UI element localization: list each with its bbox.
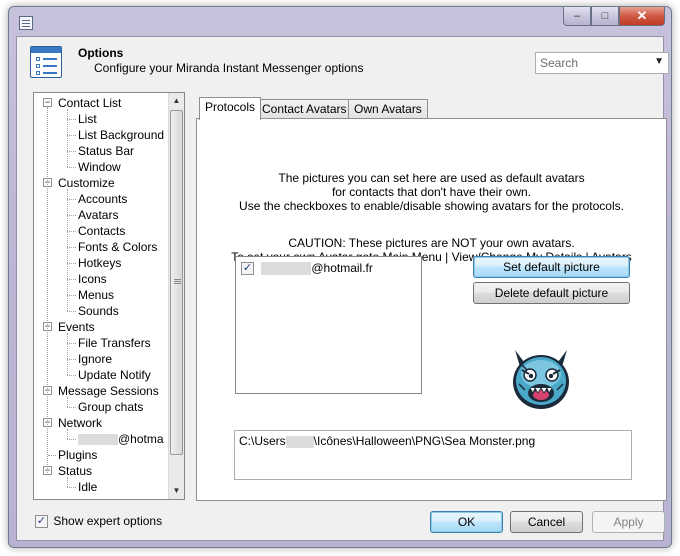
info-line-2: for contacts that don't have their own. <box>331 185 532 199</box>
tab-contact-avatars[interactable]: Contact Avatars <box>256 99 353 119</box>
protocols-panel: The pictures you can set here are used a… <box>196 118 667 501</box>
caution-line-1: CAUTION: These pictures are NOT your own… <box>288 236 575 250</box>
tree-item-label: Sounds <box>78 304 119 318</box>
chevron-down-icon[interactable]: ▼ <box>654 56 664 67</box>
tree-item-label: Ignore <box>78 352 113 366</box>
caption-buttons: – □ ✕ <box>563 7 665 26</box>
tab-protocols[interactable]: Protocols <box>199 97 262 120</box>
tree-item-label: Fonts & Colors <box>78 240 158 254</box>
app-icon[interactable] <box>19 16 33 30</box>
tree-item[interactable]: Sounds <box>78 303 119 319</box>
tree-item-label: Update Notify <box>78 368 151 382</box>
scroll-thumb[interactable] <box>170 110 183 455</box>
tree-item-label: Accounts <box>78 192 128 206</box>
redacted-name <box>261 262 312 276</box>
redacted-username <box>285 435 314 448</box>
path-suffix: \Icônes\Halloween\PNG\Sea Monster.png <box>313 434 536 448</box>
tree-group[interactable]: Message Sessions <box>58 383 159 399</box>
tree-item-label: List <box>78 112 97 126</box>
account-email: @hotmail.fr <box>311 261 373 275</box>
title-bar[interactable]: – □ ✕ <box>9 7 671 37</box>
tree-item-label: Group chats <box>78 400 144 414</box>
tree-item[interactable]: Update Notify <box>78 367 151 383</box>
tree-item[interactable]: Accounts <box>78 191 127 207</box>
tree-item-label: Message Sessions <box>58 384 159 398</box>
tree-item[interactable]: File Transfers <box>78 335 151 351</box>
path-prefix: C:\Users <box>239 434 286 448</box>
tree-item-label: Avatars <box>78 208 119 222</box>
tree-item-label: Menus <box>78 288 115 302</box>
tree-item[interactable]: Menus <box>78 287 114 303</box>
show-expert-options[interactable]: ✓ Show expert options <box>35 513 162 529</box>
close-button[interactable]: ✕ <box>619 7 665 26</box>
tree-item-label: Plugins <box>58 448 98 462</box>
tree-item[interactable]: Ignore <box>78 351 112 367</box>
tree-item[interactable]: Idle <box>78 479 97 495</box>
sea-monster-avatar <box>513 350 569 409</box>
tree-item-label: Hotkeys <box>78 256 122 270</box>
tree-item-label: Icons <box>78 272 107 286</box>
tree-item[interactable]: @hotma <box>78 431 164 447</box>
search-combo[interactable]: Search ▼ <box>535 52 669 74</box>
tree-scrollbar[interactable]: ▲ ▼ <box>168 93 184 499</box>
tree-item[interactable]: Icons <box>78 271 107 287</box>
tree-item-label: Network <box>58 416 103 430</box>
tree-item[interactable]: Status Bar <box>78 143 134 159</box>
picture-path-field[interactable]: C:\Users \Icônes\Halloween\PNG\Sea Monste… <box>234 430 632 480</box>
list-item[interactable]: ✓ @hotmail.fr <box>241 260 373 276</box>
tree-item-label: Contacts <box>78 224 126 238</box>
tree-item[interactable]: Fonts & Colors <box>78 239 157 255</box>
options-icon <box>30 46 62 78</box>
tree-item[interactable]: Avatars <box>78 207 119 223</box>
tree-item-label: @hotma <box>118 432 164 446</box>
collapse-toggle-icon[interactable]: − <box>43 98 52 107</box>
client-area: Options Configure your Miranda Instant M… <box>16 36 669 541</box>
info-line-3: Use the checkboxes to enable/disable sho… <box>239 199 624 213</box>
tree-item-label: Events <box>58 320 95 334</box>
tree-item-label: Status <box>58 464 93 478</box>
tree-item[interactable]: List Background <box>78 127 164 143</box>
tree-items: − Contact List List List Background Status B… <box>34 93 170 499</box>
tree-item-label: File Transfers <box>78 336 151 350</box>
page-title: Options <box>78 46 124 60</box>
set-default-picture-button[interactable]: Set default picture <box>473 256 630 278</box>
tree-item-label: Idle <box>78 480 98 494</box>
tab-own-avatars[interactable]: Own Avatars <box>348 99 428 119</box>
header: Options Configure your Miranda Instant M… <box>17 37 669 87</box>
options-window: – □ ✕ Options Configure your Miranda Ins… <box>8 6 672 548</box>
tree-item[interactable]: Hotkeys <box>78 255 121 271</box>
page-subtitle: Configure your Miranda Instant Messenger… <box>94 61 364 75</box>
tree-item-label: Window <box>78 160 121 174</box>
tree-group[interactable]: Network <box>58 415 102 431</box>
maximize-button[interactable]: □ <box>591 7 619 26</box>
apply-button[interactable]: Apply <box>592 511 665 533</box>
tree-item-label: Customize <box>58 176 115 190</box>
tree-item-label: List Background <box>78 128 165 142</box>
delete-default-picture-button[interactable]: Delete default picture <box>473 282 630 304</box>
account-checkbox[interactable]: ✓ <box>241 262 254 276</box>
tree-item[interactable]: Window <box>78 159 121 175</box>
tree-item-label: Contact List <box>58 96 122 110</box>
tree-group[interactable]: Plugins <box>58 447 97 463</box>
expert-label: Show expert options <box>53 514 163 528</box>
info-line-1: The pictures you can set here are used a… <box>278 171 585 185</box>
tree-item[interactable]: List <box>78 111 97 127</box>
expert-checkbox[interactable]: ✓ <box>35 515 48 529</box>
options-tree[interactable]: − Contact List List List Background Status B… <box>33 92 185 500</box>
tree-item-label: Status Bar <box>78 144 135 158</box>
protocol-list[interactable]: ✓ @hotmail.fr <box>235 256 422 394</box>
scroll-up-arrow-icon[interactable]: ▲ <box>169 93 184 109</box>
scroll-down-arrow-icon[interactable]: ▼ <box>169 483 184 499</box>
tree-item[interactable]: Contacts <box>78 223 125 239</box>
tree-group[interactable]: Status <box>58 463 92 479</box>
redacted-account <box>78 434 118 446</box>
search-placeholder: Search <box>540 56 579 70</box>
tree-group[interactable]: Events <box>58 319 95 335</box>
tree-item[interactable]: Group chats <box>78 399 143 415</box>
minimize-button[interactable]: – <box>563 7 591 26</box>
ok-button[interactable]: OK <box>430 511 503 533</box>
cancel-button[interactable]: Cancel <box>510 511 583 533</box>
